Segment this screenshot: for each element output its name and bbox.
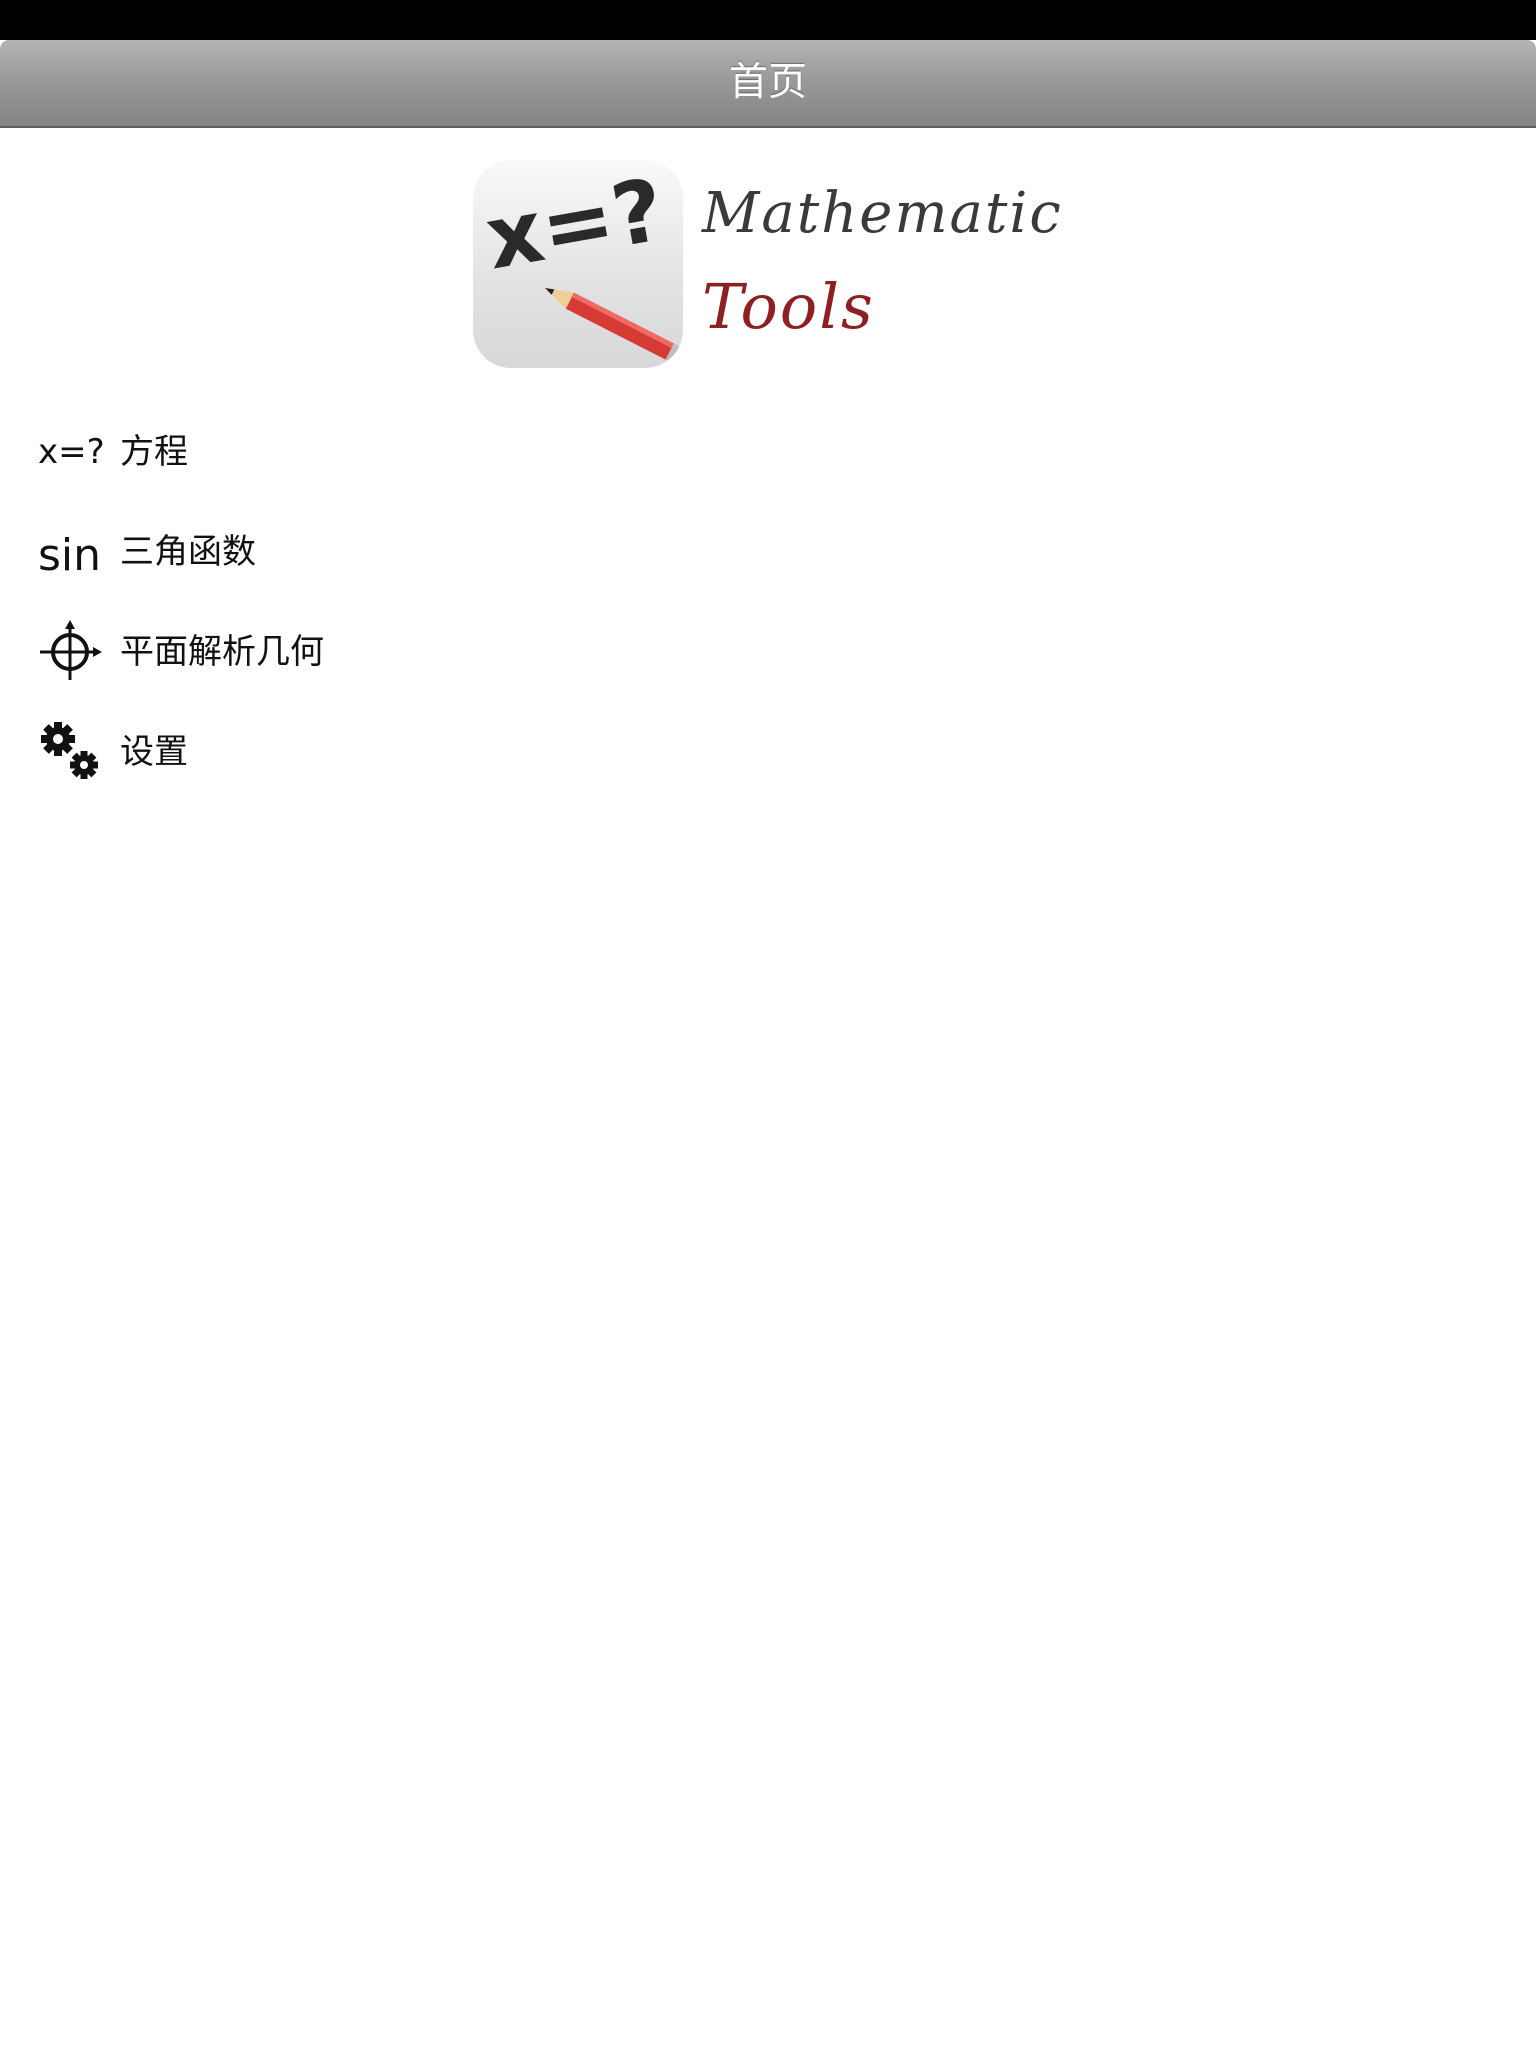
logo-title-line1: Mathematic — [702, 181, 1063, 246]
menu-item-label: 设置 — [120, 732, 188, 772]
app-logo: x=? — [473, 160, 683, 368]
gears-icon — [38, 720, 102, 784]
menu-item-settings[interactable]: 设置 — [0, 707, 600, 797]
logo-tile-text: x=? — [479, 160, 671, 289]
menu-item-label: 平面解析几何 — [120, 632, 324, 672]
crosshair-axes-icon — [38, 620, 102, 684]
menu-item-trigonometry[interactable]: sin 三角函数 — [0, 507, 600, 597]
menu-item-equation[interactable]: x=? 方程 — [0, 407, 600, 497]
page-title: 首页 — [728, 60, 807, 105]
menu-item-label: 三角函数 — [120, 532, 256, 572]
menu-item-label: 方程 — [120, 432, 188, 472]
menu-item-analytic-geometry[interactable]: 平面解析几何 — [0, 607, 600, 697]
status-bar — [0, 0, 1536, 40]
pencil-icon: x=? — [479, 160, 683, 368]
equation-icon: x=? — [38, 432, 105, 472]
navigation-bar: 首页 — [0, 40, 1536, 128]
sine-icon: sin — [38, 530, 102, 581]
logo-title-line2: Tools — [702, 270, 875, 343]
